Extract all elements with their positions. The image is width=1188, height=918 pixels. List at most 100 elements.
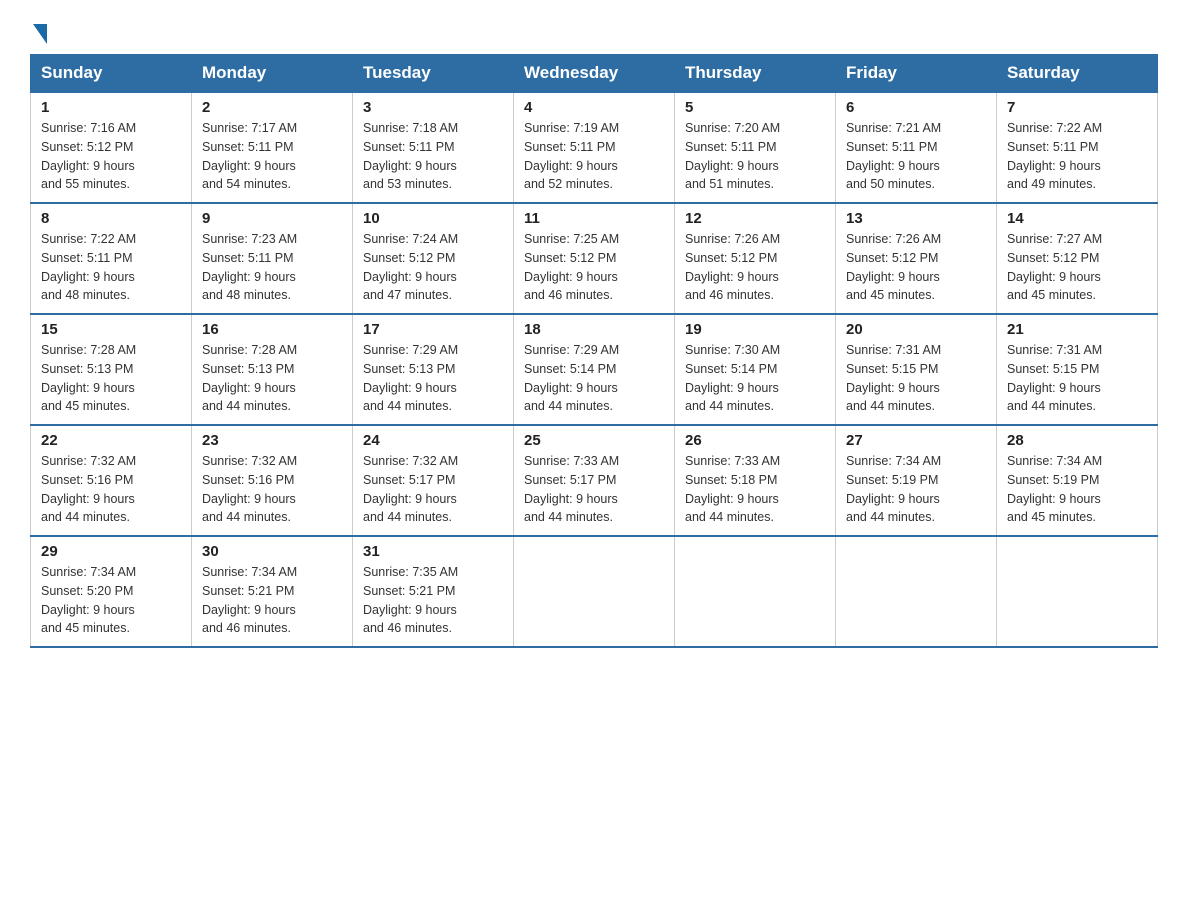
- col-header-saturday: Saturday: [997, 55, 1158, 93]
- calendar-cell: 12 Sunrise: 7:26 AMSunset: 5:12 PMDayligh…: [675, 203, 836, 314]
- day-info: Sunrise: 7:18 AMSunset: 5:11 PMDaylight:…: [363, 119, 503, 194]
- calendar-cell: [836, 536, 997, 647]
- calendar-table: SundayMondayTuesdayWednesdayThursdayFrid…: [30, 54, 1158, 648]
- day-number: 29: [41, 543, 181, 560]
- col-header-sunday: Sunday: [31, 55, 192, 93]
- calendar-cell: 16 Sunrise: 7:28 AMSunset: 5:13 PMDayligh…: [192, 314, 353, 425]
- day-info: Sunrise: 7:29 AMSunset: 5:13 PMDaylight:…: [363, 341, 503, 416]
- day-info: Sunrise: 7:17 AMSunset: 5:11 PMDaylight:…: [202, 119, 342, 194]
- day-info: Sunrise: 7:33 AMSunset: 5:18 PMDaylight:…: [685, 452, 825, 527]
- day-number: 7: [1007, 99, 1147, 116]
- day-number: 30: [202, 543, 342, 560]
- day-info: Sunrise: 7:28 AMSunset: 5:13 PMDaylight:…: [202, 341, 342, 416]
- logo-general: [30, 20, 47, 40]
- day-info: Sunrise: 7:34 AMSunset: 5:20 PMDaylight:…: [41, 563, 181, 638]
- calendar-cell: 3 Sunrise: 7:18 AMSunset: 5:11 PMDaylight…: [353, 92, 514, 203]
- day-info: Sunrise: 7:31 AMSunset: 5:15 PMDaylight:…: [1007, 341, 1147, 416]
- day-number: 8: [41, 210, 181, 227]
- calendar-cell: 22 Sunrise: 7:32 AMSunset: 5:16 PMDayligh…: [31, 425, 192, 536]
- logo-arrow-icon: [33, 24, 47, 44]
- day-number: 13: [846, 210, 986, 227]
- day-info: Sunrise: 7:33 AMSunset: 5:17 PMDaylight:…: [524, 452, 664, 527]
- calendar-cell: 9Sunrise: 7:23 AMSunset: 5:11 PMDaylight…: [192, 203, 353, 314]
- day-info: Sunrise: 7:32 AMSunset: 5:17 PMDaylight:…: [363, 452, 503, 527]
- calendar-cell: 23 Sunrise: 7:32 AMSunset: 5:16 PMDayligh…: [192, 425, 353, 536]
- day-number: 23: [202, 432, 342, 449]
- day-info: Sunrise: 7:34 AMSunset: 5:21 PMDaylight:…: [202, 563, 342, 638]
- day-number: 17: [363, 321, 503, 338]
- calendar-cell: 21 Sunrise: 7:31 AMSunset: 5:15 PMDayligh…: [997, 314, 1158, 425]
- day-info: Sunrise: 7:34 AMSunset: 5:19 PMDaylight:…: [1007, 452, 1147, 527]
- calendar-cell: 13 Sunrise: 7:26 AMSunset: 5:12 PMDayligh…: [836, 203, 997, 314]
- day-info: Sunrise: 7:30 AMSunset: 5:14 PMDaylight:…: [685, 341, 825, 416]
- day-info: Sunrise: 7:34 AMSunset: 5:19 PMDaylight:…: [846, 452, 986, 527]
- day-info: Sunrise: 7:32 AMSunset: 5:16 PMDaylight:…: [41, 452, 181, 527]
- calendar-cell: 25 Sunrise: 7:33 AMSunset: 5:17 PMDayligh…: [514, 425, 675, 536]
- day-info: Sunrise: 7:27 AMSunset: 5:12 PMDaylight:…: [1007, 230, 1147, 305]
- week-row-1: 1 Sunrise: 7:16 AMSunset: 5:12 PMDaylight…: [31, 92, 1158, 203]
- calendar-cell: 19 Sunrise: 7:30 AMSunset: 5:14 PMDayligh…: [675, 314, 836, 425]
- day-info: Sunrise: 7:25 AMSunset: 5:12 PMDaylight:…: [524, 230, 664, 305]
- day-info: Sunrise: 7:23 AMSunset: 5:11 PMDaylight:…: [202, 230, 342, 305]
- calendar-cell: 31Sunrise: 7:35 AMSunset: 5:21 PMDayligh…: [353, 536, 514, 647]
- day-number: 11: [524, 210, 664, 227]
- calendar-cell: 27Sunrise: 7:34 AMSunset: 5:19 PMDayligh…: [836, 425, 997, 536]
- day-number: 31: [363, 543, 503, 560]
- calendar-cell: [997, 536, 1158, 647]
- calendar-header-row: SundayMondayTuesdayWednesdayThursdayFrid…: [31, 55, 1158, 93]
- day-number: 2: [202, 99, 342, 116]
- day-number: 21: [1007, 321, 1147, 338]
- day-number: 26: [685, 432, 825, 449]
- day-number: 1: [41, 99, 181, 116]
- calendar-cell: [675, 536, 836, 647]
- calendar-cell: 15Sunrise: 7:28 AMSunset: 5:13 PMDayligh…: [31, 314, 192, 425]
- day-number: 28: [1007, 432, 1147, 449]
- day-number: 12: [685, 210, 825, 227]
- day-number: 5: [685, 99, 825, 116]
- day-info: Sunrise: 7:28 AMSunset: 5:13 PMDaylight:…: [41, 341, 181, 416]
- calendar-cell: 7 Sunrise: 7:22 AMSunset: 5:11 PMDaylight…: [997, 92, 1158, 203]
- day-info: Sunrise: 7:29 AMSunset: 5:14 PMDaylight:…: [524, 341, 664, 416]
- calendar-cell: 24 Sunrise: 7:32 AMSunset: 5:17 PMDayligh…: [353, 425, 514, 536]
- day-info: Sunrise: 7:20 AMSunset: 5:11 PMDaylight:…: [685, 119, 825, 194]
- day-number: 19: [685, 321, 825, 338]
- calendar-cell: 18Sunrise: 7:29 AMSunset: 5:14 PMDayligh…: [514, 314, 675, 425]
- day-info: Sunrise: 7:26 AMSunset: 5:12 PMDaylight:…: [685, 230, 825, 305]
- calendar-cell: 5 Sunrise: 7:20 AMSunset: 5:11 PMDaylight…: [675, 92, 836, 203]
- day-number: 16: [202, 321, 342, 338]
- calendar-cell: 8 Sunrise: 7:22 AMSunset: 5:11 PMDaylight…: [31, 203, 192, 314]
- day-number: 4: [524, 99, 664, 116]
- day-number: 25: [524, 432, 664, 449]
- col-header-thursday: Thursday: [675, 55, 836, 93]
- col-header-tuesday: Tuesday: [353, 55, 514, 93]
- page-header: [30, 20, 1158, 34]
- col-header-monday: Monday: [192, 55, 353, 93]
- day-number: 6: [846, 99, 986, 116]
- day-number: 3: [363, 99, 503, 116]
- day-number: 10: [363, 210, 503, 227]
- week-row-4: 22 Sunrise: 7:32 AMSunset: 5:16 PMDayligh…: [31, 425, 1158, 536]
- calendar-cell: 28 Sunrise: 7:34 AMSunset: 5:19 PMDayligh…: [997, 425, 1158, 536]
- calendar-cell: 10Sunrise: 7:24 AMSunset: 5:12 PMDayligh…: [353, 203, 514, 314]
- calendar-cell: 4 Sunrise: 7:19 AMSunset: 5:11 PMDaylight…: [514, 92, 675, 203]
- calendar-cell: 11 Sunrise: 7:25 AMSunset: 5:12 PMDayligh…: [514, 203, 675, 314]
- calendar-cell: 2 Sunrise: 7:17 AMSunset: 5:11 PMDaylight…: [192, 92, 353, 203]
- week-row-2: 8 Sunrise: 7:22 AMSunset: 5:11 PMDaylight…: [31, 203, 1158, 314]
- day-number: 24: [363, 432, 503, 449]
- calendar-cell: 1 Sunrise: 7:16 AMSunset: 5:12 PMDaylight…: [31, 92, 192, 203]
- calendar-cell: 20Sunrise: 7:31 AMSunset: 5:15 PMDayligh…: [836, 314, 997, 425]
- calendar-cell: 6 Sunrise: 7:21 AMSunset: 5:11 PMDaylight…: [836, 92, 997, 203]
- day-info: Sunrise: 7:19 AMSunset: 5:11 PMDaylight:…: [524, 119, 664, 194]
- calendar-cell: 17 Sunrise: 7:29 AMSunset: 5:13 PMDayligh…: [353, 314, 514, 425]
- day-info: Sunrise: 7:16 AMSunset: 5:12 PMDaylight:…: [41, 119, 181, 194]
- day-info: Sunrise: 7:22 AMSunset: 5:11 PMDaylight:…: [1007, 119, 1147, 194]
- day-info: Sunrise: 7:22 AMSunset: 5:11 PMDaylight:…: [41, 230, 181, 305]
- day-info: Sunrise: 7:26 AMSunset: 5:12 PMDaylight:…: [846, 230, 986, 305]
- col-header-wednesday: Wednesday: [514, 55, 675, 93]
- day-info: Sunrise: 7:32 AMSunset: 5:16 PMDaylight:…: [202, 452, 342, 527]
- calendar-cell: [514, 536, 675, 647]
- day-number: 22: [41, 432, 181, 449]
- calendar-cell: 29 Sunrise: 7:34 AMSunset: 5:20 PMDayligh…: [31, 536, 192, 647]
- day-info: Sunrise: 7:21 AMSunset: 5:11 PMDaylight:…: [846, 119, 986, 194]
- day-info: Sunrise: 7:31 AMSunset: 5:15 PMDaylight:…: [846, 341, 986, 416]
